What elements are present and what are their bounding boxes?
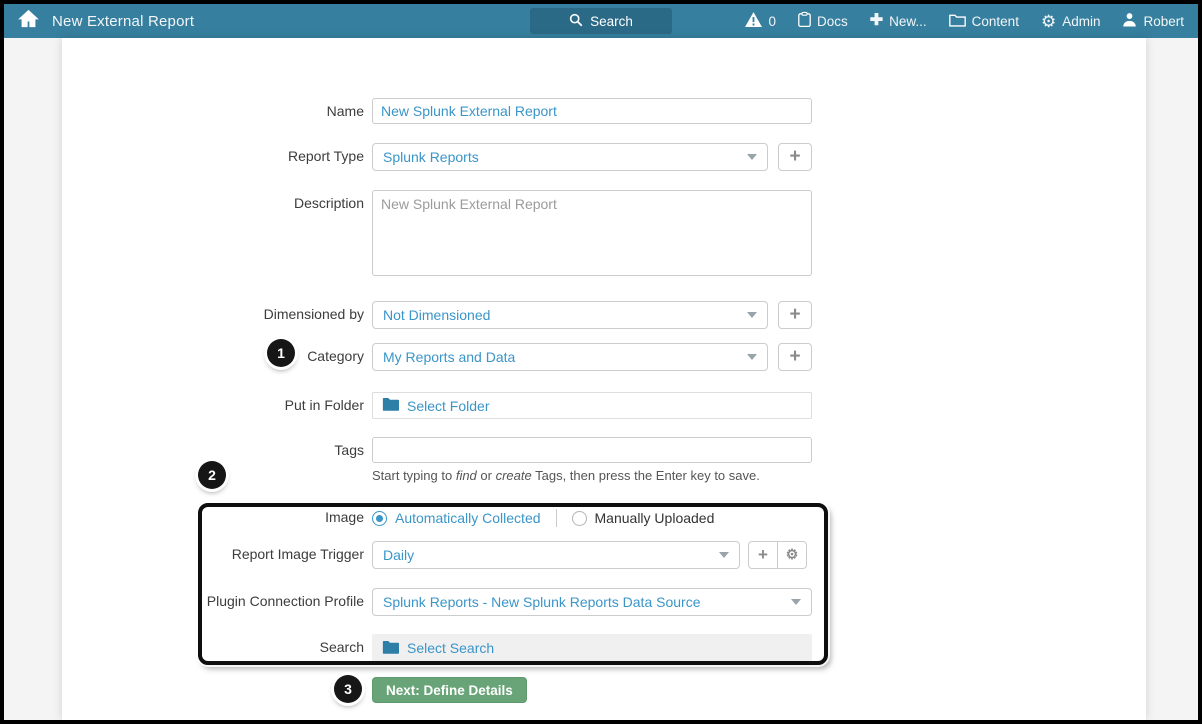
search-icon: [569, 13, 583, 30]
home-button[interactable]: [18, 9, 39, 33]
search-label: Search: [319, 639, 364, 655]
top-navbar: New External Report Search 0 Docs ✚ New.…: [4, 4, 1198, 38]
page-title: New External Report: [52, 12, 195, 30]
report-type-select[interactable]: Splunk Reports: [372, 143, 768, 171]
search-button[interactable]: Search: [530, 8, 672, 34]
category-label: Category: [307, 348, 364, 364]
dimensioned-by-select[interactable]: Not Dimensioned: [372, 301, 768, 329]
dimensioned-by-row: Dimensioned by Not Dimensioned +: [62, 301, 1146, 329]
select-search-link[interactable]: Select Search: [407, 640, 494, 656]
footer-row: Next: Define Details: [62, 677, 1146, 703]
select-folder-link[interactable]: Select Folder: [407, 398, 489, 414]
radio-manually-uploaded[interactable]: [571, 510, 587, 526]
nav-item-new[interactable]: ✚ New...: [870, 13, 927, 29]
description-row: Description: [62, 190, 1146, 276]
select-search-field[interactable]: Select Search: [372, 634, 812, 662]
annotation-badge-2: 2: [198, 461, 226, 489]
chevron-down-icon: [791, 599, 801, 605]
trigger-actions: + ⚙: [748, 541, 807, 569]
nav-item-content[interactable]: Content: [948, 13, 1019, 30]
search-row: Search Select Search: [62, 634, 1146, 662]
add-dimension-button[interactable]: +: [778, 301, 812, 329]
annotation-badge-3: 3: [334, 675, 362, 703]
user-name: Robert: [1143, 13, 1184, 29]
nav-item-docs[interactable]: Docs: [798, 11, 848, 31]
warning-icon: [745, 12, 763, 30]
user-menu[interactable]: Robert: [1122, 12, 1184, 30]
alerts-count: 0: [768, 13, 776, 29]
description-textarea[interactable]: [372, 190, 812, 276]
clipboard-icon: [798, 11, 811, 31]
plugin-connection-profile-row: Plugin Connection Profile Splunk Reports…: [62, 588, 1146, 616]
add-category-button[interactable]: +: [778, 343, 812, 371]
chevron-down-icon: [747, 312, 757, 318]
plugin-connection-profile-value: Splunk Reports - New Splunk Reports Data…: [383, 594, 701, 610]
nav-item-admin[interactable]: ⚙ Admin: [1041, 13, 1101, 30]
app-window: New External Report Search 0 Docs ✚ New.…: [0, 0, 1202, 724]
chevron-down-icon: [747, 154, 757, 160]
chevron-down-icon: [719, 552, 729, 558]
divider: [555, 509, 557, 527]
image-row: Image Automatically Collected Manually U…: [62, 506, 1146, 527]
search-button-label: Search: [590, 13, 633, 29]
select-folder-field[interactable]: Select Folder: [372, 392, 812, 419]
report-image-trigger-row: Report Image Trigger Daily + ⚙: [62, 541, 1146, 569]
next-define-details-button[interactable]: Next: Define Details: [372, 677, 527, 703]
nav-admin-label: Admin: [1062, 13, 1101, 29]
name-input[interactable]: [372, 98, 812, 124]
name-row: Name: [62, 98, 1146, 124]
nav-new-label: New...: [889, 13, 927, 29]
category-select[interactable]: My Reports and Data: [372, 343, 768, 371]
annotation-badge-1: 1: [267, 339, 295, 367]
plugin-connection-profile-label: Plugin Connection Profile: [206, 593, 364, 609]
radio-manually-uploaded-label[interactable]: Manually Uploaded: [595, 510, 715, 526]
radio-automatically-collected[interactable]: [372, 510, 387, 526]
report-type-value: Splunk Reports: [383, 149, 479, 165]
alerts-button[interactable]: 0: [745, 12, 776, 30]
folder-outline-icon: [948, 13, 966, 30]
gear-icon: ⚙: [1040, 11, 1057, 31]
image-source-radio-group: Automatically Collected Manually Uploade…: [372, 506, 714, 527]
description-label: Description: [293, 195, 364, 211]
category-row: Category My Reports and Data +: [62, 343, 1146, 371]
report-type-row: Report Type Splunk Reports +: [62, 143, 1146, 171]
tags-input[interactable]: [372, 437, 812, 463]
report-image-trigger-value: Daily: [383, 547, 415, 563]
folder-icon: [382, 397, 399, 414]
report-image-trigger-label: Report Image Trigger: [231, 546, 364, 562]
trigger-settings-button[interactable]: ⚙: [777, 541, 807, 569]
radio-automatically-collected-label[interactable]: Automatically Collected: [395, 510, 541, 526]
nav-content-label: Content: [971, 13, 1019, 29]
add-trigger-button[interactable]: +: [748, 541, 778, 569]
add-report-type-button[interactable]: +: [778, 143, 812, 171]
plus-icon: ✚: [869, 12, 884, 29]
header-nav: 0 Docs ✚ New... Content ⚙ Admin Robert: [745, 11, 1184, 31]
chevron-down-icon: [747, 354, 757, 360]
tags-label: Tags: [334, 442, 364, 458]
dimensioned-by-value: Not Dimensioned: [383, 307, 491, 323]
image-label: Image: [325, 509, 364, 525]
tags-hint: Start typing to find or create Tags, the…: [372, 468, 760, 483]
category-value: My Reports and Data: [383, 349, 516, 365]
put-in-folder-label: Put in Folder: [284, 397, 364, 413]
home-icon: [18, 9, 39, 33]
report-type-label: Report Type: [287, 148, 364, 164]
name-label: Name: [326, 103, 364, 119]
dimensioned-by-label: Dimensioned by: [263, 306, 364, 322]
put-in-folder-row: Put in Folder Select Folder: [62, 392, 1146, 419]
folder-icon: [382, 640, 399, 657]
plugin-connection-profile-select[interactable]: Splunk Reports - New Splunk Reports Data…: [372, 588, 812, 616]
content-panel: Name Report Type Splunk Reports + Descri…: [62, 38, 1146, 720]
nav-docs-label: Docs: [816, 13, 848, 29]
gear-icon: ⚙: [785, 546, 799, 562]
user-icon: [1122, 12, 1137, 30]
report-image-trigger-select[interactable]: Daily: [372, 541, 740, 569]
